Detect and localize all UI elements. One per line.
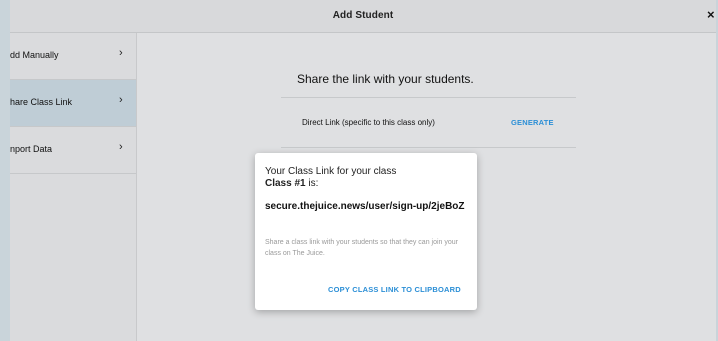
sidebar-item-import-data[interactable]: nport Data › <box>10 127 136 174</box>
popup-class-line: Class #1 is: <box>265 178 318 189</box>
sidebar-item-share-class-link[interactable]: hare Class Link › <box>10 80 136 127</box>
chevron-right-icon: › <box>119 141 123 153</box>
popup-intro-text: Your Class Link for your class <box>265 166 397 177</box>
chevron-right-icon: › <box>119 47 123 59</box>
share-heading: Share the link with your students. <box>297 72 474 86</box>
sidebar: dd Manually › hare Class Link › nport Da… <box>10 33 137 341</box>
modal-title: Add Student <box>332 10 394 21</box>
divider <box>281 147 576 148</box>
close-icon[interactable]: × <box>707 8 715 21</box>
divider <box>281 97 576 98</box>
sidebar-item-label: dd Manually <box>10 50 59 60</box>
popup-is-text: is: <box>305 178 319 189</box>
popup-description: Share a class link with your students so… <box>265 239 458 257</box>
class-link-popup: Your Class Link for your class Class #1 … <box>255 153 477 310</box>
sidebar-item-label: hare Class Link <box>10 97 73 107</box>
left-edge-strip <box>0 0 10 341</box>
class-link-url: secure.thejuice.news/user/sign-up/2jeBoZ <box>265 201 465 212</box>
direct-link-label: Direct Link (specific to this class only… <box>302 118 435 127</box>
sidebar-item-label: nport Data <box>10 144 53 154</box>
copy-link-button[interactable]: COPY CLASS LINK TO CLIPBOARD <box>328 285 461 294</box>
generate-button[interactable]: GENERATE <box>511 118 554 127</box>
class-name: Class #1 <box>265 178 306 189</box>
sidebar-item-add-manually[interactable]: dd Manually › <box>10 33 136 80</box>
chevron-right-icon: › <box>119 94 123 106</box>
modal-header: Add Student × <box>10 0 716 33</box>
